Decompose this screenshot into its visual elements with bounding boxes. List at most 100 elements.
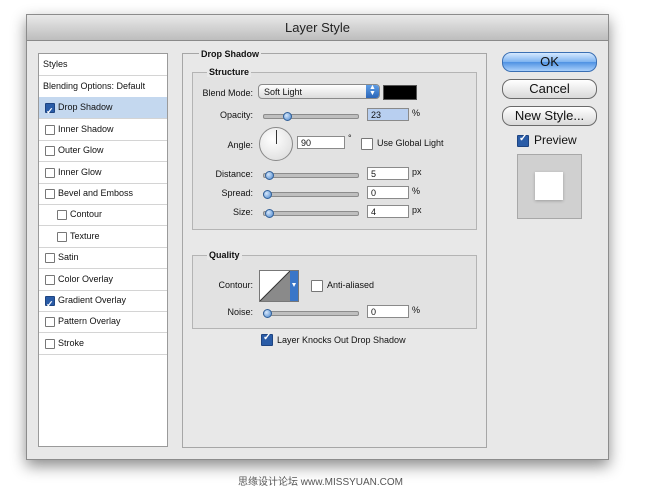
opacity-slider[interactable] <box>263 112 359 121</box>
blend-mode-label: Blend Mode: <box>202 88 253 98</box>
opacity-label: Opacity: <box>219 110 253 120</box>
style-list-checkbox[interactable] <box>45 317 55 328</box>
style-list-item[interactable]: Inner Glow <box>39 162 167 184</box>
style-list-item[interactable]: Contour <box>39 204 167 227</box>
drop-shadow-title: Drop Shadow <box>199 49 261 59</box>
style-list-item[interactable]: Pattern Overlay <box>39 311 167 334</box>
window-title: Layer Style <box>27 15 608 41</box>
style-list-label: Blending Options: Default <box>43 81 146 91</box>
angle-input[interactable]: 90 <box>297 136 345 149</box>
style-list-label: Stroke <box>58 337 85 348</box>
style-list-checkbox[interactable] <box>45 338 55 349</box>
style-list-item[interactable]: Texture <box>39 226 167 248</box>
noise-slider-thumb[interactable] <box>263 309 272 318</box>
style-list-label: Bevel and Emboss <box>58 188 134 198</box>
distance-label: Distance: <box>215 169 253 179</box>
angle-dial[interactable] <box>259 127 293 161</box>
noise-input[interactable]: 0 <box>367 305 409 318</box>
styles-list: Styles Blending Options: Default Drop Sha… <box>38 53 168 447</box>
opacity-input[interactable]: 23 <box>367 108 409 121</box>
style-list-item[interactable]: Satin <box>39 247 167 270</box>
style-list-checkbox[interactable] <box>45 124 55 135</box>
style-list-item[interactable]: Gradient Overlay <box>39 290 167 315</box>
style-list-checkbox[interactable] <box>45 274 55 285</box>
style-list-checkbox[interactable] <box>45 189 55 199</box>
style-list-label: Outer Glow <box>58 145 104 156</box>
style-list-item[interactable]: Color Overlay <box>39 269 167 291</box>
spread-slider[interactable] <box>263 190 359 199</box>
style-list-label: Inner Glow <box>58 166 102 177</box>
ok-button[interactable]: OK <box>502 52 597 72</box>
contour-picker[interactable] <box>259 270 299 302</box>
blend-mode-value: Soft Light <box>264 87 303 97</box>
use-global-light-checkbox[interactable] <box>361 138 373 150</box>
distance-unit: px <box>412 167 422 177</box>
style-list-checkbox[interactable] <box>57 231 67 242</box>
layer-knocks-out-checkbox[interactable] <box>261 332 273 346</box>
drop-shadow-panel: Drop Shadow Structure Blend Mode: Soft L… <box>182 49 487 448</box>
angle-label: Angle: <box>227 140 253 150</box>
spread-input[interactable]: 0 <box>367 186 409 199</box>
use-global-light-label: Use Global Light <box>377 138 444 148</box>
preview-label: Preview <box>534 133 577 147</box>
contour-label: Contour: <box>218 280 253 290</box>
style-list-item[interactable]: Outer Glow <box>39 140 167 163</box>
opacity-unit: % <box>412 108 421 118</box>
anti-aliased-checkbox[interactable] <box>311 280 323 292</box>
blend-mode-select[interactable]: Soft Light ▲ ▼ <box>258 84 380 99</box>
style-list-label: Color Overlay <box>58 273 114 284</box>
size-input[interactable]: 4 <box>367 205 409 218</box>
size-slider[interactable] <box>263 209 359 218</box>
anti-aliased-label: Anti-aliased <box>327 280 375 290</box>
layer-knocks-out-label: Layer Knocks Out Drop Shadow <box>277 335 406 345</box>
style-list-checkbox[interactable] <box>45 101 55 122</box>
angle-dial-needle <box>276 130 277 144</box>
style-list-checkbox[interactable] <box>45 146 55 157</box>
preview-square <box>535 172 563 200</box>
distance-slider-thumb[interactable] <box>264 171 274 180</box>
style-list-label: Inner Shadow <box>58 123 114 134</box>
structure-group: Structure Blend Mode: Soft Light ▲ ▼ Opac… <box>192 67 477 230</box>
size-unit: px <box>412 205 422 215</box>
style-list-label: Drop Shadow <box>58 102 113 113</box>
shadow-color-swatch[interactable] <box>383 85 417 100</box>
distance-input[interactable]: 5 <box>367 167 409 180</box>
preview-thumbnail <box>517 154 582 219</box>
style-list-item[interactable]: Blending Options: Default <box>39 76 167 98</box>
contour-linear-icon <box>259 270 298 302</box>
watermark-text: 思缘设计论坛 www.MISSYUAN.COM <box>238 477 404 488</box>
style-list-label: Contour <box>70 209 103 220</box>
distance-slider[interactable] <box>263 171 359 180</box>
noise-unit: % <box>412 305 421 315</box>
style-list-label: Gradient Overlay <box>58 295 127 305</box>
style-list-item[interactable]: Stroke <box>39 333 167 355</box>
style-list-checkbox[interactable] <box>45 167 55 178</box>
cancel-button[interactable]: Cancel <box>502 79 597 99</box>
size-label: Size: <box>232 207 253 217</box>
style-list-item[interactable]: Drop Shadow <box>39 97 167 122</box>
spread-slider-thumb[interactable] <box>263 190 272 199</box>
spread-unit: % <box>412 186 421 196</box>
select-arrows-icon: ▲ ▼ <box>366 84 379 98</box>
style-list-item[interactable]: Bevel and Emboss <box>39 183 167 205</box>
opacity-slider-thumb[interactable] <box>282 112 292 121</box>
layer-style-dialog: Layer Style Styles Blending Options: Def… <box>26 14 609 460</box>
style-list-checkbox[interactable] <box>45 253 55 264</box>
style-list-label: Pattern Overlay <box>58 316 121 327</box>
noise-slider[interactable] <box>263 309 359 318</box>
style-list-checkbox[interactable] <box>45 294 55 315</box>
quality-title: Quality <box>207 250 242 260</box>
preview-checkbox[interactable] <box>517 133 529 147</box>
styles-list-header: Styles <box>39 54 167 76</box>
quality-group: Quality Contour: Anti-aliased Noise: 0 % <box>192 250 477 329</box>
style-list-label: Texture <box>70 230 100 241</box>
noise-label: Noise: <box>227 307 253 317</box>
style-list-label: Satin <box>58 252 79 263</box>
style-list-checkbox[interactable] <box>57 210 67 221</box>
angle-unit: ° <box>348 133 352 143</box>
style-list-item[interactable]: Inner Shadow <box>39 119 167 141</box>
spread-label: Spread: <box>221 188 253 198</box>
size-slider-thumb[interactable] <box>264 209 274 218</box>
structure-title: Structure <box>207 67 252 77</box>
new-style-button[interactable]: New Style... <box>502 106 597 126</box>
